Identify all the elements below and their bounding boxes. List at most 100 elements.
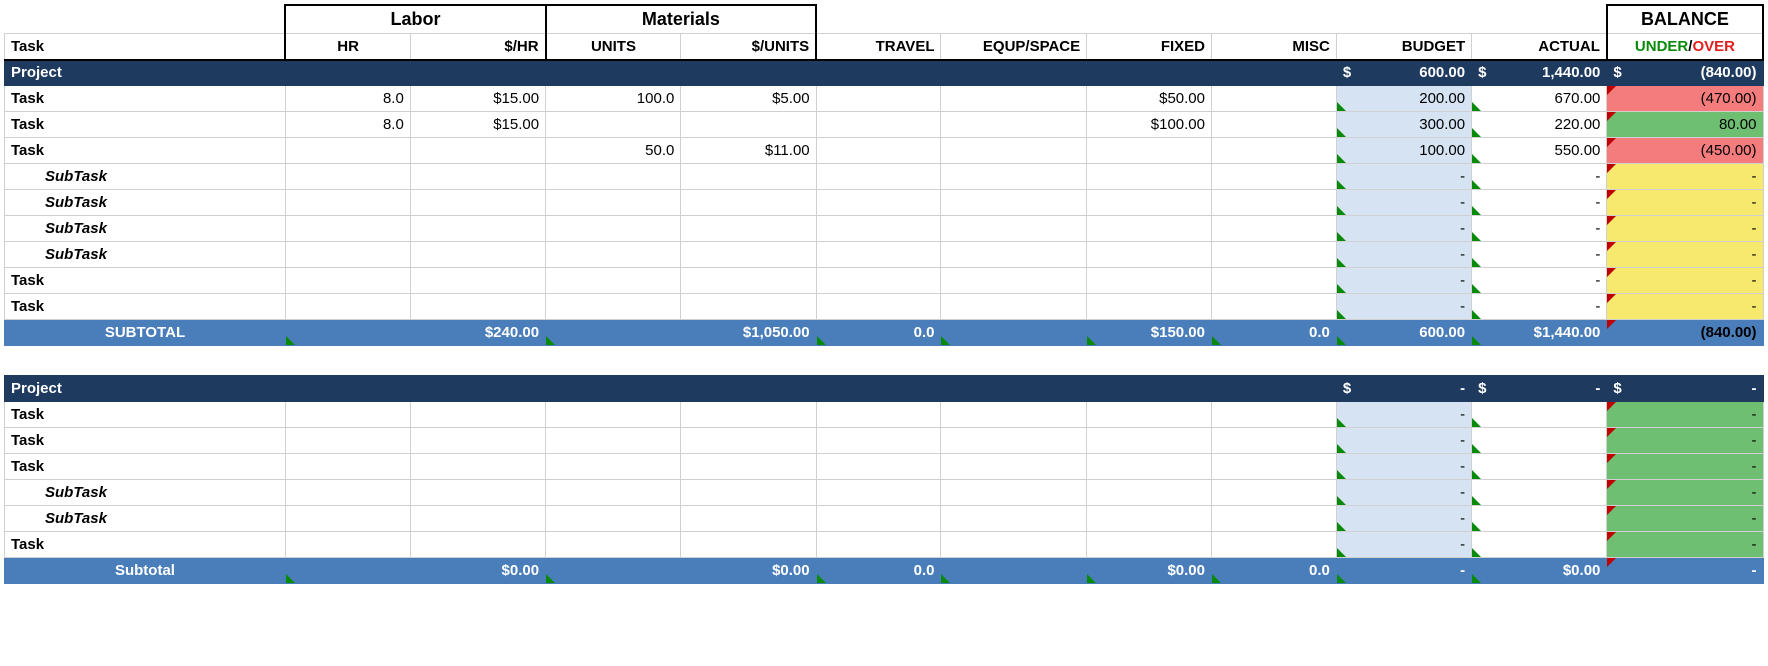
cell-travel[interactable] <box>816 242 941 268</box>
cell-misc[interactable] <box>1212 164 1337 190</box>
cell-hr[interactable]: 8.0 <box>285 112 410 138</box>
table-row[interactable]: SubTask--- <box>5 242 1764 268</box>
cell-fixed[interactable] <box>1087 402 1212 428</box>
cell-travel[interactable] <box>816 268 941 294</box>
cell-units[interactable]: 50.0 <box>546 138 681 164</box>
cell-misc[interactable] <box>1212 402 1337 428</box>
cell-hr[interactable] <box>285 164 410 190</box>
cell-urate[interactable] <box>681 428 816 454</box>
cell-travel[interactable] <box>816 216 941 242</box>
cell-equip[interactable] <box>941 138 1087 164</box>
cell-rate[interactable] <box>410 164 545 190</box>
cell-actual[interactable]: - <box>1472 294 1607 320</box>
cell-actual[interactable] <box>1472 428 1607 454</box>
cell-hr[interactable] <box>285 190 410 216</box>
cell-hr[interactable] <box>285 242 410 268</box>
cell-urate[interactable] <box>681 242 816 268</box>
cell-fixed[interactable] <box>1087 138 1212 164</box>
cell-fixed[interactable] <box>1087 506 1212 532</box>
cell-urate[interactable] <box>681 164 816 190</box>
cell-rate[interactable] <box>410 506 545 532</box>
cell-equip[interactable] <box>941 532 1087 558</box>
cell-rate[interactable]: $15.00 <box>410 86 545 112</box>
cell-equip[interactable] <box>941 216 1087 242</box>
cell-fixed[interactable] <box>1087 242 1212 268</box>
cell-misc[interactable] <box>1212 242 1337 268</box>
cell-actual[interactable]: - <box>1472 268 1607 294</box>
cell-fixed[interactable] <box>1087 428 1212 454</box>
cell-misc[interactable] <box>1212 532 1337 558</box>
cell-actual[interactable]: 220.00 <box>1472 112 1607 138</box>
cell-actual[interactable]: - <box>1472 216 1607 242</box>
cell-rate[interactable] <box>410 294 545 320</box>
cell-equip[interactable] <box>941 268 1087 294</box>
cell-travel[interactable] <box>816 164 941 190</box>
cell-fixed[interactable] <box>1087 190 1212 216</box>
cell-misc[interactable] <box>1212 86 1337 112</box>
table-row[interactable]: SubTask-- <box>5 506 1764 532</box>
cell-urate[interactable] <box>681 112 816 138</box>
project-row[interactable]: Project $- $- $- <box>5 376 1764 402</box>
cell-actual[interactable]: 670.00 <box>1472 86 1607 112</box>
cell-hr[interactable] <box>285 402 410 428</box>
cell-units[interactable] <box>546 480 681 506</box>
cell-urate[interactable] <box>681 532 816 558</box>
cell-travel[interactable] <box>816 294 941 320</box>
cell-misc[interactable] <box>1212 428 1337 454</box>
cell-actual[interactable]: - <box>1472 164 1607 190</box>
cell-units[interactable] <box>546 216 681 242</box>
cell-fixed[interactable]: $100.00 <box>1087 112 1212 138</box>
cell-misc[interactable] <box>1212 454 1337 480</box>
cell-misc[interactable] <box>1212 480 1337 506</box>
cell-hr[interactable] <box>285 216 410 242</box>
cell-hr[interactable] <box>285 268 410 294</box>
table-row[interactable]: Task-- <box>5 428 1764 454</box>
cell-fixed[interactable] <box>1087 216 1212 242</box>
cell-fixed[interactable] <box>1087 480 1212 506</box>
cell-hr[interactable] <box>285 454 410 480</box>
cell-travel[interactable] <box>816 86 941 112</box>
cell-fixed[interactable] <box>1087 532 1212 558</box>
cell-equip[interactable] <box>941 428 1087 454</box>
cell-travel[interactable] <box>816 402 941 428</box>
cell-actual[interactable]: - <box>1472 242 1607 268</box>
cell-units[interactable] <box>546 532 681 558</box>
cell-hr[interactable]: 8.0 <box>285 86 410 112</box>
cell-rate[interactable] <box>410 454 545 480</box>
cell-misc[interactable] <box>1212 190 1337 216</box>
cell-misc[interactable] <box>1212 112 1337 138</box>
cell-rate[interactable] <box>410 402 545 428</box>
cell-urate[interactable] <box>681 480 816 506</box>
cell-units[interactable] <box>546 268 681 294</box>
table-row[interactable]: SubTask--- <box>5 216 1764 242</box>
table-row[interactable]: SubTask--- <box>5 190 1764 216</box>
cell-units[interactable] <box>546 294 681 320</box>
cell-travel[interactable] <box>816 506 941 532</box>
cell-travel[interactable] <box>816 480 941 506</box>
cell-actual[interactable] <box>1472 402 1607 428</box>
cell-travel[interactable] <box>816 428 941 454</box>
cell-misc[interactable] <box>1212 268 1337 294</box>
cell-fixed[interactable] <box>1087 454 1212 480</box>
cell-hr[interactable] <box>285 480 410 506</box>
cell-travel[interactable] <box>816 112 941 138</box>
cell-urate[interactable]: $11.00 <box>681 138 816 164</box>
project-row[interactable]: Project $600.00 $1,440.00 $(840.00) <box>5 60 1764 86</box>
cell-equip[interactable] <box>941 480 1087 506</box>
table-row[interactable]: SubTask-- <box>5 480 1764 506</box>
cell-units[interactable] <box>546 402 681 428</box>
cell-urate[interactable] <box>681 294 816 320</box>
cell-misc[interactable] <box>1212 138 1337 164</box>
table-row[interactable]: Task-- <box>5 402 1764 428</box>
cell-actual[interactable] <box>1472 454 1607 480</box>
cell-hr[interactable] <box>285 428 410 454</box>
cell-actual[interactable] <box>1472 506 1607 532</box>
cell-actual[interactable] <box>1472 532 1607 558</box>
cell-urate[interactable] <box>681 268 816 294</box>
cell-equip[interactable] <box>941 242 1087 268</box>
cell-equip[interactable] <box>941 454 1087 480</box>
cell-units[interactable] <box>546 242 681 268</box>
cell-urate[interactable] <box>681 402 816 428</box>
cell-units[interactable] <box>546 112 681 138</box>
cell-equip[interactable] <box>941 294 1087 320</box>
